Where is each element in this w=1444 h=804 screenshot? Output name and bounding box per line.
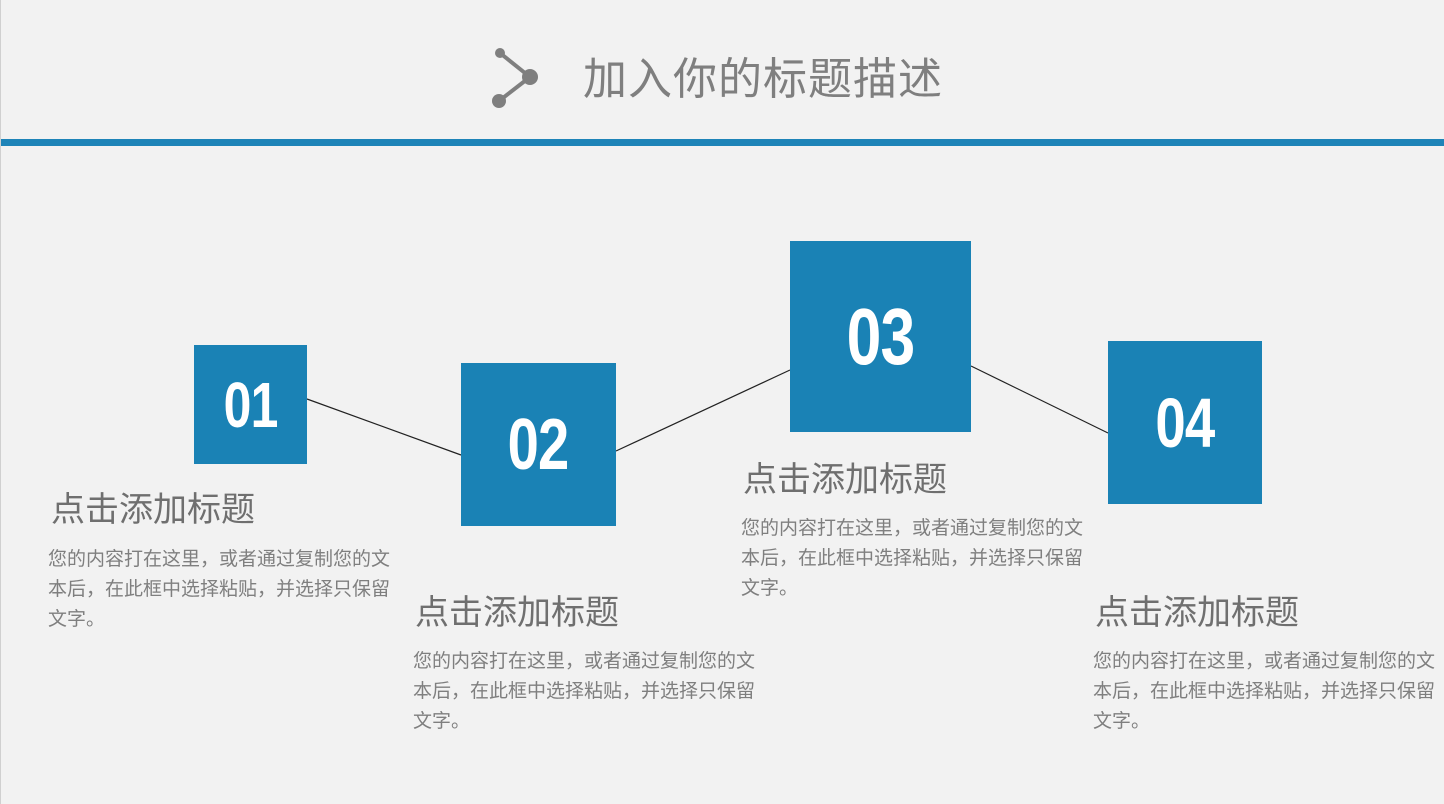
connector-03-04 <box>970 365 1109 434</box>
step-description-04: 您的内容打在这里，或者通过复制您的文本后，在此框中选择粘贴，并选择只保留文字。 <box>1093 650 1436 732</box>
share-node-icon <box>492 48 538 108</box>
step-description-03: 您的内容打在这里，或者通过复制您的文本后，在此框中选择粘贴，并选择只保留文字。 <box>741 517 1084 599</box>
step-number-01: 01 <box>223 368 279 441</box>
page-title: 加入你的标题描述 <box>583 54 943 105</box>
step-title-03: 点击添加标题 <box>743 460 947 500</box>
step-number-box-02: 02 <box>461 363 616 526</box>
step-number-02: 02 <box>508 404 570 485</box>
step-title-04: 点击添加标题 <box>1095 593 1299 633</box>
header-divider <box>1 139 1444 146</box>
step-number-box-03: 03 <box>790 241 971 432</box>
connector-02-03 <box>615 369 791 452</box>
slide: 加入你的标题描述 01 点击添加标题 您的内容打在这里，或者通过复制您的文本后，… <box>0 0 1444 804</box>
step-number-box-01: 01 <box>194 345 307 464</box>
step-title-02: 点击添加标题 <box>415 593 619 633</box>
step-number-03: 03 <box>846 291 916 381</box>
step-description-01: 您的内容打在这里，或者通过复制您的文本后，在此框中选择粘贴，并选择只保留文字。 <box>48 548 391 630</box>
step-number-box-04: 04 <box>1108 341 1262 504</box>
step-title-01: 点击添加标题 <box>51 490 255 530</box>
step-description-02: 您的内容打在这里，或者通过复制您的文本后，在此框中选择粘贴，并选择只保留文字。 <box>413 650 756 732</box>
step-number-04: 04 <box>1155 383 1215 462</box>
connector-01-02 <box>306 398 462 456</box>
